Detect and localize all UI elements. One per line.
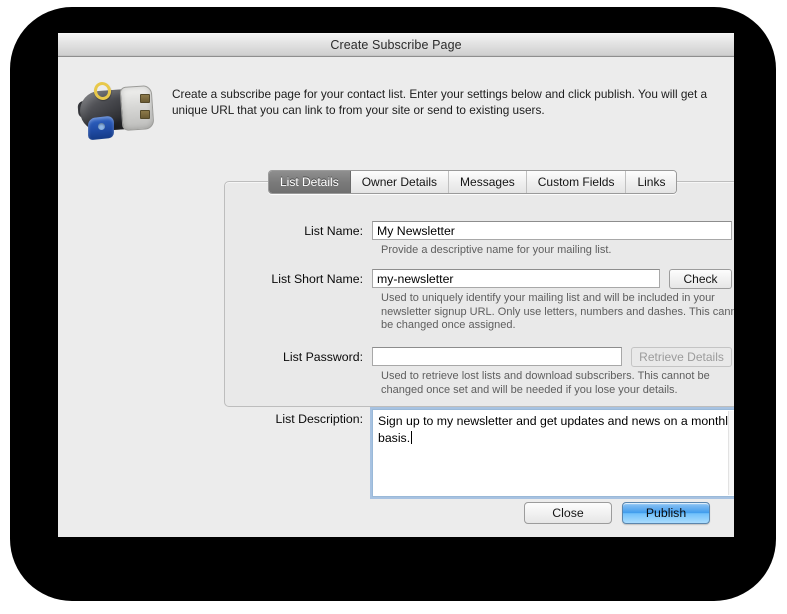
dialog-description: Create a subscribe page for your contact… — [172, 87, 708, 117]
dialog-body: Create a subscribe page for your contact… — [58, 57, 734, 537]
tab-messages-label: Messages — [460, 175, 515, 189]
publish-button[interactable]: Publish — [622, 502, 710, 524]
list-name-input[interactable]: My Newsletter — [372, 221, 732, 240]
list-password-help: Used to retrieve lost lists and download… — [381, 370, 710, 396]
list-short-name-help: Used to uniquely identify your mailing l… — [381, 292, 734, 332]
dialog-header: Create a subscribe page for your contact… — [58, 57, 734, 149]
subscribe-page-app-icon — [76, 79, 160, 149]
field-row-list-password: List Password: Retrieve Details — [224, 347, 732, 367]
field-row-list-short-name: List Short Name: my-newsletter Check — [224, 269, 732, 289]
tab-messages[interactable]: Messages — [449, 171, 527, 193]
list-password-input[interactable] — [372, 347, 622, 366]
retrieve-details-button[interactable]: Retrieve Details — [631, 347, 732, 367]
dialog-footer: Close Publish — [524, 502, 710, 524]
tab-list-details[interactable]: List Details — [269, 171, 351, 193]
close-button[interactable]: Close — [524, 502, 612, 524]
list-name-help: Provide a descriptive name for your mail… — [381, 244, 612, 256]
tab-links-label: Links — [637, 175, 666, 189]
tab-custom-fields-label: Custom Fields — [537, 175, 615, 189]
field-row-list-name: List Name: My Newsletter — [224, 221, 732, 241]
check-short-name-button[interactable]: Check — [669, 269, 732, 289]
icon-prong-lower — [140, 110, 150, 119]
list-short-name-label: List Short Name: — [271, 272, 363, 286]
tab-custom-fields[interactable]: Custom Fields — [526, 171, 627, 193]
icon-foot-hole — [98, 123, 105, 130]
textarea-scrollbar[interactable] — [728, 411, 734, 495]
tab-owner-details[interactable]: Owner Details — [350, 171, 450, 193]
create-subscribe-page-dialog: Create Subscribe Page Create a subscribe… — [58, 33, 734, 537]
list-short-name-input[interactable]: my-newsletter — [372, 269, 660, 288]
icon-head-shape — [119, 84, 155, 132]
list-description-label: List Description: — [275, 412, 363, 426]
text-caret — [411, 430, 413, 444]
dialog-title: Create Subscribe Page — [330, 38, 462, 52]
list-name-label: List Name: — [304, 224, 363, 238]
screen: Create Subscribe Page Create a subscribe… — [0, 0, 787, 614]
field-row-list-description: List Description: Sign up to my newslett… — [224, 409, 734, 497]
tab-list-details-label: List Details — [280, 175, 339, 189]
tab-bar: List Details Owner Details Messages Cust… — [268, 170, 678, 194]
list-description-textarea[interactable]: Sign up to my newsletter and get updates… — [372, 409, 734, 497]
tab-links[interactable]: Links — [626, 171, 677, 193]
list-description-text: Sign up to my newsletter and get updates… — [378, 414, 734, 445]
tab-owner-details-label: Owner Details — [361, 175, 438, 189]
icon-prong-upper — [140, 94, 150, 103]
dialog-titlebar: Create Subscribe Page — [58, 33, 734, 57]
list-password-label: List Password: — [283, 350, 363, 364]
list-details-form: List Name: My Newsletter Provide a descr… — [224, 181, 734, 497]
